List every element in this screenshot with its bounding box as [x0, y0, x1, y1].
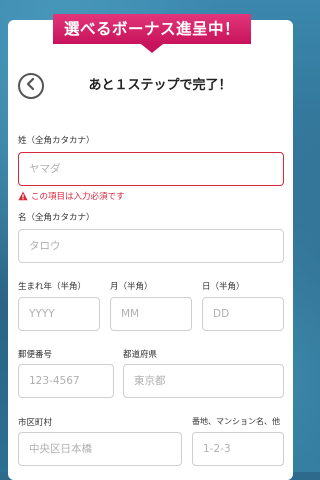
last-name-input[interactable] [18, 152, 284, 186]
back-button[interactable] [18, 73, 44, 99]
prefecture-label: 都道府県 [123, 348, 157, 360]
first-name-input[interactable] [18, 229, 284, 263]
first-name-label: 名（全角カタカナ） [18, 211, 95, 223]
birth-day-input[interactable] [202, 297, 284, 331]
bonus-banner-text: 選べるボーナス進呈中！ [64, 20, 240, 38]
address-input[interactable] [192, 432, 284, 466]
postal-code-label: 郵便番号 [18, 348, 52, 360]
city-label: 市区町村 [18, 416, 52, 428]
birth-year-label: 生まれ年（半角） [18, 280, 86, 292]
last-name-label: 姓（全角カタカナ） [18, 134, 95, 146]
bonus-banner-tail [141, 44, 163, 53]
birth-month-label: 月（半角） [110, 280, 153, 292]
page-title: あと１ステップで完了！ [60, 74, 260, 93]
birth-month-input[interactable] [110, 297, 192, 331]
last-name-error-text: この項目は入力必須です [31, 190, 125, 202]
chevron-left-icon [26, 78, 36, 94]
last-name-error: この項目は入力必須です [18, 190, 125, 202]
city-input[interactable] [18, 432, 182, 466]
warning-icon [18, 191, 28, 201]
bonus-banner: 選べるボーナス進呈中！ [53, 14, 251, 44]
birth-year-input[interactable] [18, 297, 100, 331]
postal-code-input[interactable] [18, 364, 114, 398]
prefecture-input[interactable] [123, 364, 284, 398]
address-label: 番地、マンション名、他 [192, 416, 280, 427]
birth-day-label: 日（半角） [202, 280, 245, 292]
